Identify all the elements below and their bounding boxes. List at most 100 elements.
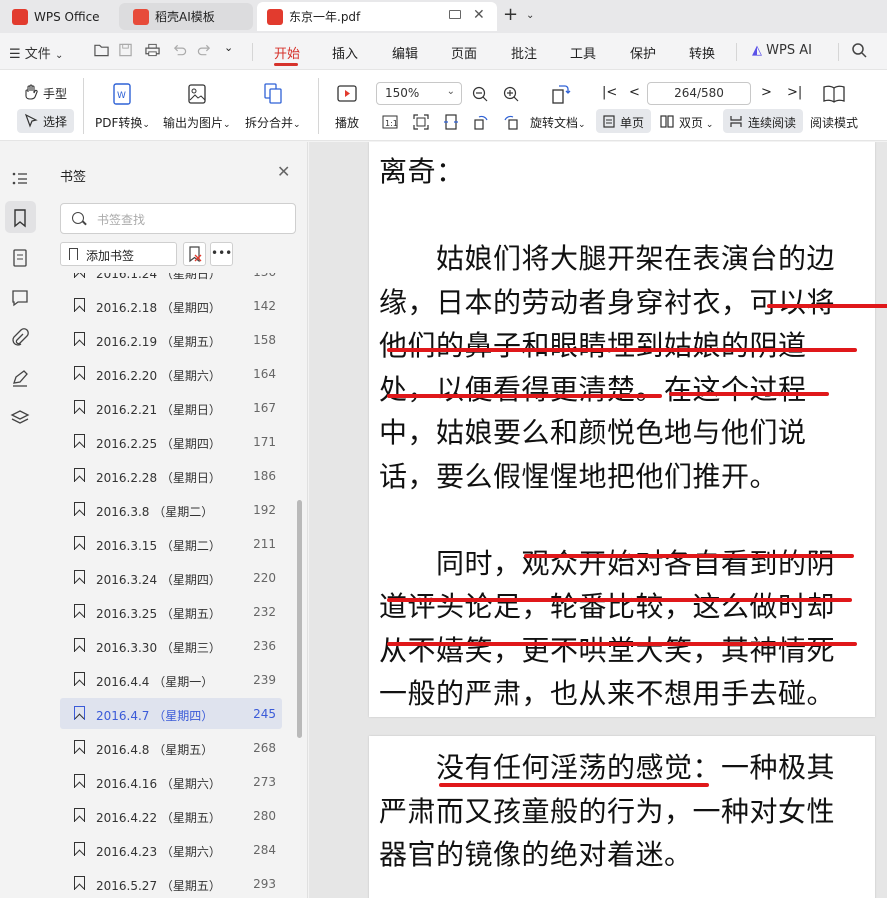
bookmark-icon[interactable] — [10, 208, 30, 228]
play-button[interactable]: 播放 — [335, 114, 359, 131]
bookmark-scrollbar[interactable] — [297, 500, 302, 738]
single-page-button[interactable]: 单页 — [620, 114, 644, 131]
last-page-icon[interactable]: >| — [787, 85, 802, 100]
rotate-document-label: 旋转文档 — [530, 116, 579, 130]
delete-bookmark-button[interactable] — [183, 242, 206, 266]
print-icon[interactable] — [145, 43, 160, 57]
bookmark-search-input[interactable]: 书签查找 — [60, 203, 296, 234]
rotate-left-icon[interactable] — [473, 114, 489, 130]
annotation-underline — [767, 304, 887, 308]
read-mode-button[interactable]: 阅读模式 — [810, 114, 858, 131]
bookmark-add-icon — [69, 248, 78, 260]
menu-insert[interactable]: 插入 — [332, 43, 358, 62]
redo-icon[interactable] — [197, 43, 212, 57]
fit-page-icon[interactable] — [413, 114, 429, 130]
bookmark-item[interactable]: 2016.4.4 （星期一） 239 — [60, 664, 282, 695]
document-text-line: 缘，日本的劳动者身穿衬衣，可以将 — [379, 285, 836, 319]
select-tool-button[interactable]: 选择 — [43, 113, 67, 130]
document-text-line: 一般的严肃，也从来不想用手去碰。 — [379, 677, 836, 710]
more-options-button[interactable]: ••• — [210, 242, 233, 266]
hand-tool-button[interactable]: 手型 — [43, 85, 67, 102]
bookmark-item[interactable]: 2016.3.30 （星期三） 236 — [60, 630, 282, 661]
export-image-button[interactable]: 输出为图片⌄ — [163, 114, 231, 131]
file-menu-button[interactable]: ☰ 文件 ⌄ — [9, 43, 63, 62]
tab-wps-office[interactable]: WPS Office — [0, 2, 113, 31]
bookmark-label: 2016.3.30 （星期三） — [96, 641, 221, 655]
add-bookmark-button[interactable]: 添加书签 — [60, 242, 177, 266]
search-icon[interactable] — [851, 42, 867, 58]
menu-tools[interactable]: 工具 — [570, 43, 596, 62]
bookmark-item[interactable]: 2016.3.8 （星期二） 192 — [60, 494, 282, 525]
double-page-button[interactable]: 双页 ⌄ — [679, 114, 713, 131]
close-icon[interactable]: ✕ — [277, 162, 290, 181]
chevron-down-icon[interactable]: ⌄ — [224, 41, 233, 54]
bookmark-list: 2016.1.24 （星期日）1362016.2.18 （星期四）1422016… — [60, 273, 302, 898]
bookmark-item[interactable]: 2016.2.28 （星期日） 186 — [60, 460, 282, 491]
bookmark-icon — [74, 502, 85, 516]
chevron-down-icon[interactable]: ⌄ — [526, 10, 534, 21]
rotate-right-icon[interactable] — [503, 114, 519, 130]
zoom-out-icon[interactable] — [472, 86, 488, 102]
menu-home[interactable]: 开始 — [274, 43, 300, 62]
bookmark-item[interactable]: 2016.2.25 （星期四） 171 — [60, 426, 282, 457]
bookmark-icon — [74, 604, 85, 618]
actual-size-icon[interactable]: 1:1 — [382, 115, 398, 129]
bookmark-label: 2016.4.16 （星期六） — [96, 777, 221, 791]
pdf-convert-button[interactable]: PDF转换⌄ — [95, 114, 150, 131]
menu-edit[interactable]: 编辑 — [392, 43, 418, 62]
svg-text:W: W — [117, 91, 126, 101]
hand-tool-icon — [25, 84, 38, 100]
menu-protect[interactable]: 保护 — [630, 43, 656, 62]
bookmark-item[interactable]: 2016.2.19 （星期五） 158 — [60, 324, 282, 355]
bookmark-item[interactable]: 2016.2.20 （星期六） 164 — [60, 358, 282, 389]
attachment-icon[interactable] — [10, 328, 30, 348]
bookmark-item[interactable]: 2016.4.8 （星期五） 268 — [60, 732, 282, 763]
bookmark-item[interactable]: 2016.4.22 （星期五） 280 — [60, 800, 282, 831]
rotate-document-button[interactable]: 旋转文档⌄ — [530, 114, 586, 131]
new-tab-icon[interactable]: + — [503, 4, 518, 25]
bookmark-item[interactable]: 2016.2.18 （星期四） 142 — [60, 290, 282, 321]
zoom-in-icon[interactable] — [503, 86, 519, 102]
wps-ai-button[interactable]: ◭ WPS AI — [752, 43, 812, 58]
bookmark-item[interactable]: 2016.1.24 （星期日） 136 — [60, 273, 282, 287]
window-mode-icon[interactable] — [449, 10, 461, 19]
bookmark-item[interactable]: 2016.4.7 （星期四） 245 — [60, 698, 282, 729]
tab-pdf-document[interactable]: 东京一年.pdf ✕ — [257, 2, 497, 31]
thumbnail-icon[interactable] — [10, 248, 30, 268]
signature-icon[interactable] — [10, 368, 30, 388]
document-view[interactable]: 离奇： 姑娘们将大腿开架在表演台的边 缘，日本的劳动者身穿衬衣，可以将 他们的鼻子和… — [309, 142, 887, 898]
document-text-line: 器官的镜像的绝对着迷。 — [379, 838, 693, 871]
split-merge-button[interactable]: 拆分合并⌄ — [245, 114, 301, 131]
fit-width-icon[interactable] — [443, 114, 459, 130]
tab-daoke-templates[interactable]: 稻壳AI模板 — [119, 3, 253, 30]
bookmark-icon — [74, 774, 85, 788]
bookmark-item[interactable]: 2016.2.21 （星期日） 167 — [60, 392, 282, 423]
first-page-icon[interactable]: |< — [602, 85, 617, 100]
document-text-line: 离奇： — [379, 155, 465, 188]
layers-icon[interactable] — [10, 408, 30, 428]
previous-page-icon[interactable]: < — [629, 85, 640, 100]
save-icon[interactable] — [118, 43, 133, 57]
bookmark-label: 2016.4.4 （星期一） — [96, 675, 214, 689]
bookmark-item[interactable]: 2016.3.25 （星期五） 232 — [60, 596, 282, 627]
close-tab-icon[interactable]: ✕ — [473, 7, 485, 23]
bookmark-icon — [74, 672, 85, 686]
zoom-select[interactable]: 150% ⌄ — [376, 82, 462, 105]
open-folder-icon[interactable] — [94, 43, 109, 57]
menu-page[interactable]: 页面 — [451, 43, 477, 62]
bookmark-item[interactable]: 2016.4.23 （星期六） 284 — [60, 834, 282, 865]
outline-list-icon[interactable] — [10, 169, 30, 189]
next-page-icon[interactable]: > — [761, 85, 772, 100]
comment-icon[interactable] — [10, 288, 30, 308]
active-menu-indicator — [274, 63, 298, 66]
annotation-underline — [387, 642, 857, 646]
bookmark-item[interactable]: 2016.3.24 （星期四） 220 — [60, 562, 282, 593]
bookmark-item[interactable]: 2016.5.27 （星期五） 293 — [60, 868, 282, 898]
page-number-input[interactable]: 264/580 — [647, 82, 751, 105]
menu-comment[interactable]: 批注 — [511, 43, 537, 62]
undo-icon[interactable] — [172, 43, 187, 57]
continuous-read-button[interactable]: 连续阅读 — [748, 114, 796, 131]
bookmark-item[interactable]: 2016.4.16 （星期六） 273 — [60, 766, 282, 797]
menu-convert[interactable]: 转换 — [689, 43, 715, 62]
bookmark-item[interactable]: 2016.3.15 （星期二） 211 — [60, 528, 282, 559]
